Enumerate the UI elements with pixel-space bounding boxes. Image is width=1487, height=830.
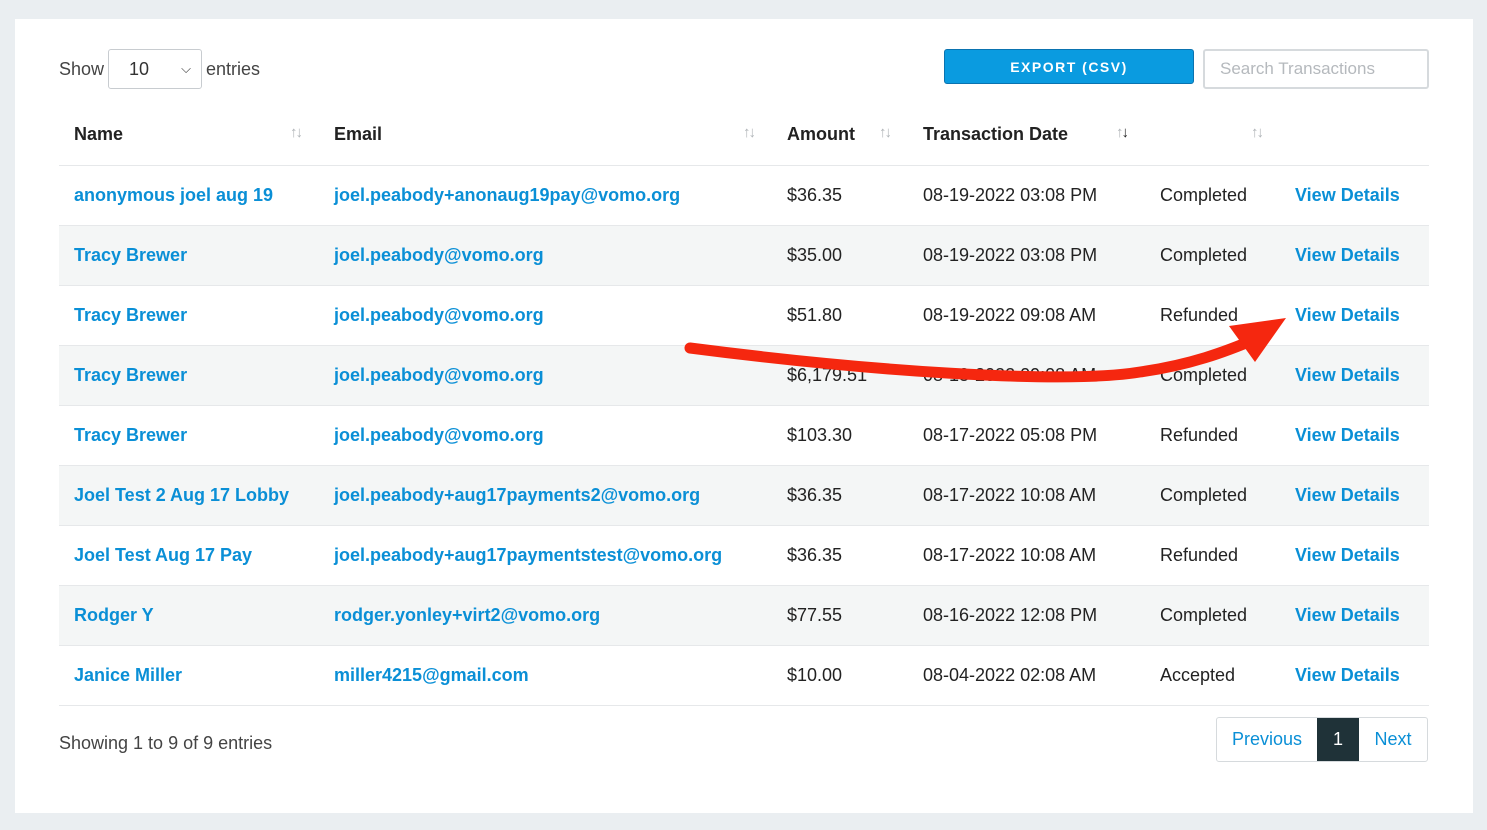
previous-page-button[interactable]: Previous — [1217, 718, 1317, 761]
row-date: 08-04-2022 02:08 AM — [908, 645, 1145, 706]
row-date: 08-19-2022 09:08 AM — [908, 285, 1145, 346]
row-status: Completed — [1145, 465, 1280, 526]
row-email-link[interactable]: joel.peabody+anonaug19pay@vomo.org — [334, 185, 680, 205]
table-row: Tracy Brewer joel.peabody@vomo.org $103.… — [59, 405, 1429, 466]
row-name-link[interactable]: Janice Miller — [74, 665, 182, 685]
transactions-card: Show 10 ⌵ entries EXPORT (CSV) Name↑↓ Em… — [15, 19, 1473, 813]
row-amount: $36.35 — [772, 465, 908, 526]
transactions-table: Name ↑↓ Email ↑↓ Amount ↑↓ Transaction Date… — [59, 105, 1429, 706]
entries-select[interactable]: 10 ⌵ — [108, 49, 203, 89]
pagination: Previous 1 Next — [1216, 717, 1428, 762]
column-header-name[interactable]: Name ↑↓ — [59, 105, 319, 166]
row-name-link[interactable]: Joel Test 2 Aug 17 Lobby — [74, 485, 289, 505]
page-1-button[interactable]: 1 — [1317, 718, 1359, 761]
chevron-down-icon: ⌵ — [181, 61, 192, 76]
row-amount: $77.55 — [772, 585, 908, 646]
row-name-link[interactable]: anonymous joel aug 19 — [74, 185, 273, 205]
column-header-amount[interactable]: Amount ↑↓ — [772, 105, 908, 166]
show-label: Show — [59, 58, 105, 79]
row-amount: $35.00 — [772, 225, 908, 286]
row-amount: $103.30 — [772, 405, 908, 466]
row-status: Completed — [1145, 585, 1280, 646]
row-name-link[interactable]: Tracy Brewer — [74, 425, 187, 445]
view-details-link[interactable]: View Details — [1295, 425, 1400, 445]
view-details-link[interactable]: View Details — [1295, 305, 1400, 325]
row-date: 08-19-2022 03:08 PM — [908, 165, 1145, 226]
row-email-link[interactable]: joel.peabody+aug17paymentstest@vomo.org — [334, 545, 722, 565]
view-details-link[interactable]: View Details — [1295, 245, 1400, 265]
row-amount: $36.35 — [772, 525, 908, 586]
export-csv-button[interactable]: EXPORT (CSV) — [944, 49, 1194, 84]
row-status: Completed — [1145, 165, 1280, 226]
view-details-link[interactable]: View Details — [1295, 545, 1400, 565]
search-transactions-input[interactable] — [1203, 49, 1429, 89]
entries-select-value: 10 — [129, 58, 150, 79]
table-row: Tracy Brewer joel.peabody@vomo.org $6,17… — [59, 345, 1429, 406]
table-row: anonymous joel aug 19 joel.peabody+anona… — [59, 165, 1429, 226]
row-email-link[interactable]: joel.peabody@vomo.org — [334, 305, 544, 325]
view-details-link[interactable]: View Details — [1295, 665, 1400, 685]
row-status: Refunded — [1145, 405, 1280, 466]
column-header-action — [1280, 105, 1429, 166]
row-amount: $6,179.51 — [772, 345, 908, 406]
sort-icon: ↑↓ — [1251, 124, 1264, 141]
view-details-link[interactable]: View Details — [1295, 605, 1400, 625]
table-row: Rodger Y rodger.yonley+virt2@vomo.org $7… — [59, 585, 1429, 646]
sort-icon: ↑↓ — [290, 124, 303, 141]
row-name-link[interactable]: Joel Test Aug 17 Pay — [74, 545, 252, 565]
view-details-link[interactable]: View Details — [1295, 365, 1400, 385]
table-header-row: Name ↑↓ Email ↑↓ Amount ↑↓ Transaction Date… — [59, 105, 1429, 166]
row-amount: $51.80 — [772, 285, 908, 346]
column-header-transaction-date[interactable]: Transaction Date ↑↓ — [908, 105, 1145, 166]
row-email-link[interactable]: joel.peabody@vomo.org — [334, 245, 544, 265]
row-date: 08-16-2022 12:08 PM — [908, 585, 1145, 646]
row-date: 08-17-2022 10:08 AM — [908, 525, 1145, 586]
row-date: 08-17-2022 05:08 PM — [908, 405, 1145, 466]
row-name-link[interactable]: Rodger Y — [74, 605, 154, 625]
entries-label: entries — [206, 58, 261, 79]
row-email-link[interactable]: rodger.yonley+virt2@vomo.org — [334, 605, 600, 625]
table-row: Tracy Brewer joel.peabody@vomo.org $35.0… — [59, 225, 1429, 286]
row-status: Refunded — [1145, 525, 1280, 586]
table-row: Joel Test Aug 17 Pay joel.peabody+aug17p… — [59, 525, 1429, 586]
row-date: 08-18-2022 09:08 AM — [908, 345, 1145, 406]
row-status: Accepted — [1145, 645, 1280, 706]
next-page-button[interactable]: Next — [1359, 718, 1427, 761]
entries-length-control: Show 10 ⌵ entries — [59, 49, 260, 89]
row-email-link[interactable]: miller4215@gmail.com — [334, 665, 529, 685]
column-header-status[interactable]: ↑↓ — [1145, 105, 1280, 166]
row-email-link[interactable]: joel.peabody@vomo.org — [334, 365, 544, 385]
row-email-link[interactable]: joel.peabody+aug17payments2@vomo.org — [334, 485, 700, 505]
table-row: Janice Miller miller4215@gmail.com $10.0… — [59, 645, 1429, 706]
sort-desc-icon: ↑↓ — [1116, 124, 1129, 141]
row-name-link[interactable]: Tracy Brewer — [74, 365, 187, 385]
row-email-link[interactable]: joel.peabody@vomo.org — [334, 425, 544, 445]
column-header-email[interactable]: Email ↑↓ — [319, 105, 772, 166]
row-amount: $36.35 — [772, 165, 908, 226]
row-name-link[interactable]: Tracy Brewer — [74, 245, 187, 265]
table-row: Joel Test 2 Aug 17 Lobby joel.peabody+au… — [59, 465, 1429, 526]
table-info: Showing 1 to 9 of 9 entries — [59, 733, 273, 753]
row-name-link[interactable]: Tracy Brewer — [74, 305, 187, 325]
row-status: Refunded — [1145, 285, 1280, 346]
sort-icon: ↑↓ — [879, 124, 892, 141]
row-date: 08-17-2022 10:08 AM — [908, 465, 1145, 526]
row-amount: $10.00 — [772, 645, 908, 706]
row-status: Completed — [1145, 345, 1280, 406]
table-controls: Show 10 ⌵ entries EXPORT (CSV) — [59, 49, 1429, 89]
row-status: Completed — [1145, 225, 1280, 286]
sort-icon: ↑↓ — [743, 124, 756, 141]
table-row: Tracy Brewer joel.peabody@vomo.org $51.8… — [59, 285, 1429, 346]
view-details-link[interactable]: View Details — [1295, 485, 1400, 505]
view-details-link[interactable]: View Details — [1295, 185, 1400, 205]
row-date: 08-19-2022 03:08 PM — [908, 225, 1145, 286]
